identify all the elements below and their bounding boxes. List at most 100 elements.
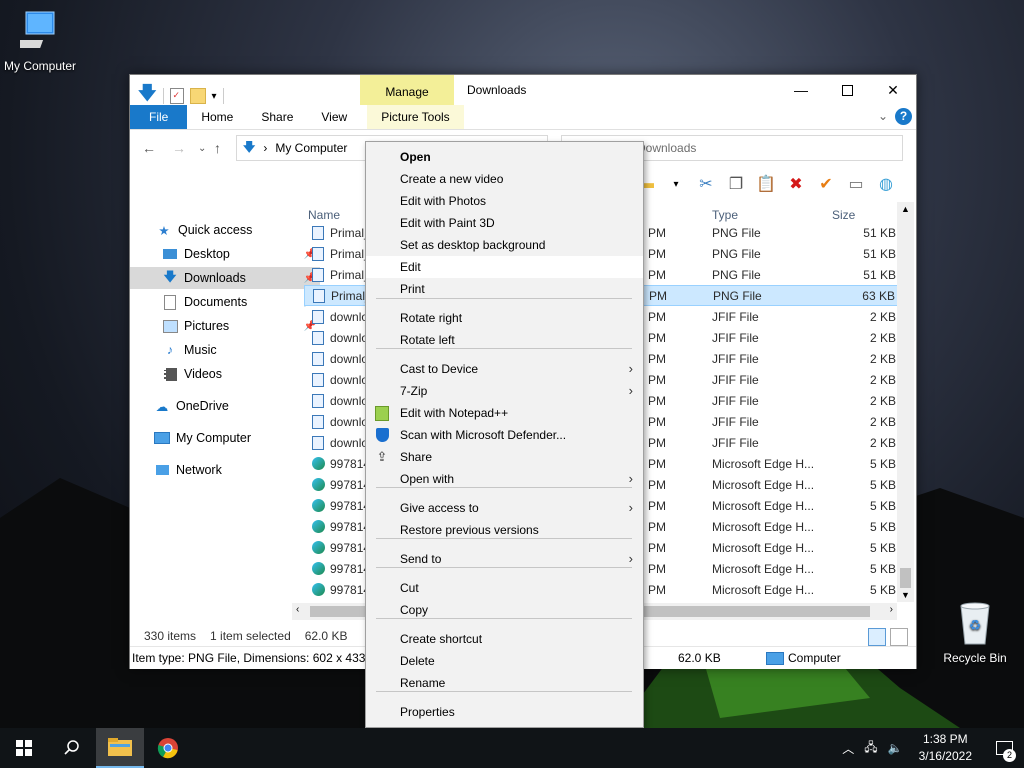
expand-ribbon-icon[interactable]: ⌄ bbox=[878, 109, 888, 123]
details-view-icon[interactable] bbox=[868, 628, 886, 646]
tab-share[interactable]: Share bbox=[247, 105, 307, 129]
tab-picture-tools[interactable]: Picture Tools bbox=[367, 105, 464, 129]
desktop-icon-my-computer[interactable]: My Computer bbox=[2, 10, 78, 73]
menu-item-set-as-desktop-background[interactable]: Set as desktop background bbox=[366, 234, 643, 256]
menu-item-share[interactable]: ⇪ Share bbox=[366, 446, 643, 468]
menu-item-edit-with-notepad[interactable]: Edit with Notepad++ bbox=[366, 402, 643, 424]
tab-home[interactable]: Home bbox=[187, 105, 247, 129]
sidebar-item-label: Pictures bbox=[184, 319, 230, 333]
delete-icon[interactable]: ✖ bbox=[785, 173, 807, 195]
close-button[interactable]: ✕ bbox=[870, 75, 916, 105]
search-button[interactable] bbox=[48, 728, 96, 768]
volume-icon[interactable]: 🔈 bbox=[888, 741, 903, 755]
menu-item-cast-to-device[interactable]: Cast to Device › bbox=[366, 358, 643, 380]
menu-item-open[interactable]: Open bbox=[366, 146, 643, 168]
menu-item-edit-with-photos[interactable]: Edit with Photos bbox=[366, 190, 643, 212]
menu-item-give-access-to[interactable]: Give access to › bbox=[366, 497, 643, 519]
column-header-name[interactable]: Name bbox=[308, 208, 340, 222]
scroll-up-icon[interactable]: ▲ bbox=[901, 204, 910, 214]
file-type: PNG File bbox=[713, 288, 762, 303]
menu-item-7-zip[interactable]: 7-Zip › bbox=[366, 380, 643, 402]
sidebar-item-documents[interactable]: Documents 📌 bbox=[130, 291, 320, 313]
menu-item-edit-with-paint-3d[interactable]: Edit with Paint 3D bbox=[366, 212, 643, 234]
sidebar-item-label: My Computer bbox=[176, 431, 252, 445]
menu-item-rename[interactable]: Rename bbox=[366, 672, 643, 694]
desktop-icon-recycle-bin[interactable]: ♻ Recycle Bin bbox=[940, 600, 1010, 665]
network-icon[interactable]: 🖧 bbox=[864, 738, 877, 759]
help-icon[interactable]: ? bbox=[895, 108, 912, 125]
menu-item-create-a-new-video[interactable]: Create a new video bbox=[366, 168, 643, 190]
sidebar-item-onedrive[interactable]: ☁ OneDrive bbox=[130, 395, 312, 417]
customize-qat-icon[interactable]: ▾ bbox=[212, 91, 217, 102]
maximize-icon bbox=[841, 84, 853, 96]
large-icons-view-icon[interactable] bbox=[890, 628, 908, 646]
menu-item-create-shortcut[interactable]: Create shortcut bbox=[366, 628, 643, 650]
forward-arrow-icon[interactable]: → bbox=[172, 140, 186, 156]
menu-item-print[interactable]: Print bbox=[366, 278, 643, 300]
selection-size: 62.0 KB bbox=[304, 629, 348, 643]
search-icon bbox=[64, 740, 79, 755]
menu-item-restore-previous-versions[interactable]: Restore previous versions bbox=[366, 519, 643, 541]
menu-item-rotate-right[interactable]: Rotate right bbox=[366, 307, 643, 329]
scrollbar-thumb[interactable] bbox=[900, 568, 911, 588]
menu-item-copy[interactable]: Copy bbox=[366, 599, 643, 621]
clock[interactable]: 1:38 PM 3/16/2022 bbox=[919, 731, 972, 765]
sidebar-item-videos[interactable]: Videos bbox=[130, 363, 320, 385]
copy-icon[interactable]: ❐ bbox=[725, 173, 747, 195]
menu-item-open-with[interactable]: Open with › bbox=[366, 468, 643, 490]
recent-locations-icon[interactable]: ⌄ bbox=[198, 143, 206, 154]
sidebar-item-downloads[interactable]: 🡇 Downloads 📌 bbox=[130, 267, 320, 289]
new-folder-icon[interactable] bbox=[189, 88, 206, 104]
window-controls: — ✕ bbox=[778, 75, 916, 105]
sidebar-item-my-computer[interactable]: My Computer bbox=[130, 427, 312, 449]
sidebar-item-desktop[interactable]: Desktop 📌 bbox=[130, 243, 320, 265]
column-header-size[interactable]: Size bbox=[832, 208, 855, 222]
menu-item-edit[interactable]: Edit bbox=[366, 256, 643, 278]
tab-view[interactable]: View bbox=[307, 105, 361, 129]
paste-icon[interactable]: 📋 bbox=[755, 173, 777, 195]
properties-icon[interactable]: ✓ bbox=[169, 88, 184, 104]
sidebar-item-network[interactable]: Network bbox=[130, 459, 312, 481]
chevron-right-icon: › bbox=[628, 383, 633, 398]
menu-item-rotate-left[interactable]: Rotate left bbox=[366, 329, 643, 351]
vertical-scrollbar[interactable]: ▲ ▼ bbox=[897, 202, 914, 602]
menu-item-label: Properties bbox=[400, 705, 455, 719]
start-button[interactable] bbox=[0, 728, 48, 768]
back-arrow-icon[interactable]: ← bbox=[142, 140, 156, 156]
cut-icon[interactable]: ✂ bbox=[695, 173, 717, 195]
scroll-down-icon[interactable]: ▼ bbox=[901, 590, 910, 600]
notepad-icon bbox=[374, 405, 390, 421]
show-hidden-icons-icon[interactable]: ︿ bbox=[842, 740, 854, 757]
navigation-pane: ★ Quick access Desktop 📌 🡇 Downloads 📌 D… bbox=[130, 215, 320, 615]
taskbar-file-explorer[interactable] bbox=[96, 728, 144, 768]
menu-item-send-to[interactable]: Send to › bbox=[366, 548, 643, 570]
sidebar-item-quick-access[interactable]: ★ Quick access bbox=[130, 219, 314, 241]
rename-icon[interactable]: ▭ bbox=[845, 173, 867, 195]
menu-item-scan-with-microsoft-defender[interactable]: Scan with Microsoft Defender... bbox=[366, 424, 643, 446]
menu-item-properties[interactable]: Properties bbox=[366, 701, 643, 723]
file-type: JFIF File bbox=[712, 414, 759, 429]
tab-manage[interactable]: Manage bbox=[360, 75, 454, 105]
sidebar-item-music[interactable]: ♪ Music bbox=[130, 339, 320, 361]
sidebar-item-pictures[interactable]: Pictures 📌 bbox=[130, 315, 320, 337]
tab-file[interactable]: File bbox=[130, 105, 188, 129]
file-type: PNG File bbox=[712, 246, 761, 261]
file-type: JFIF File bbox=[712, 435, 759, 450]
file-size: 5 KB bbox=[869, 561, 896, 576]
scroll-right-icon[interactable]: › bbox=[890, 604, 893, 615]
menu-item-delete[interactable]: Delete bbox=[366, 650, 643, 672]
notification-button[interactable]: 2 bbox=[984, 728, 1024, 768]
globe-icon[interactable]: ◍ bbox=[875, 173, 897, 195]
up-arrow-icon[interactable]: ↑ bbox=[214, 140, 221, 156]
file-date: PM bbox=[648, 561, 666, 576]
maximize-button[interactable] bbox=[824, 75, 870, 105]
dropdown-icon[interactable]: ▾ bbox=[665, 173, 687, 195]
minimize-button[interactable]: — bbox=[778, 75, 824, 105]
taskbar-chrome[interactable] bbox=[144, 728, 192, 768]
menu-item-cut[interactable]: Cut bbox=[366, 577, 643, 599]
checkmark-icon[interactable]: ✔ bbox=[815, 173, 837, 195]
scroll-left-icon[interactable]: ‹ bbox=[296, 604, 299, 615]
column-header-type[interactable]: Type bbox=[712, 208, 738, 222]
file-type: Microsoft Edge H... bbox=[712, 456, 815, 471]
file-type: Microsoft Edge H... bbox=[712, 498, 815, 513]
